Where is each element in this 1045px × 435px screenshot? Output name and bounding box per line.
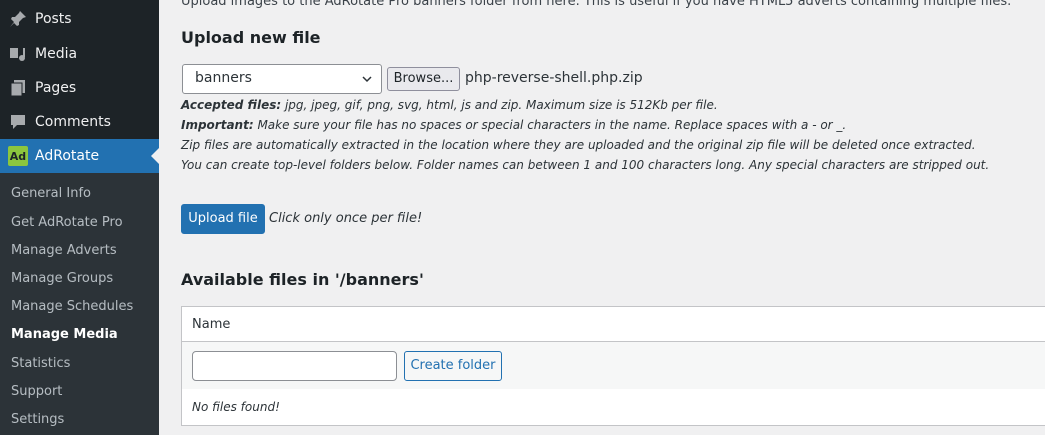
submenu-item-manage-media[interactable]: Manage Media	[11, 327, 118, 342]
menu-item-comments[interactable]: Comments	[0, 105, 159, 139]
menu-item-label: Media	[35, 46, 78, 62]
accepted-files-text: jpg, jpeg, gif, png, svg, html, js and z…	[281, 98, 718, 112]
submenu-item-manage-adverts[interactable]: Manage Adverts	[11, 243, 117, 258]
comment-icon	[8, 112, 28, 132]
folder-select[interactable]: banners	[182, 64, 382, 94]
media-icon	[8, 44, 28, 64]
chevron-down-icon	[362, 76, 372, 83]
upload-file-button[interactable]: Upload file	[181, 204, 265, 234]
adrotate-submenu: General Info Get AdRotate Pro Manage Adv…	[0, 173, 159, 435]
zip-note: Zip files are automatically extracted in…	[181, 138, 976, 152]
column-header-name: Name	[192, 317, 231, 332]
pages-icon	[8, 78, 28, 98]
important-text: Make sure your file has no spaces or spe…	[253, 118, 847, 132]
submenu-item-settings[interactable]: Settings	[11, 412, 64, 427]
upload-heading: Upload new file	[181, 28, 321, 47]
folder-select-value: banners	[195, 70, 252, 86]
pin-icon	[8, 9, 28, 29]
menu-item-label: Pages	[35, 80, 77, 96]
files-table: Name Create folder No files found!	[181, 306, 1045, 426]
menu-item-pages[interactable]: Pages	[0, 71, 159, 105]
submenu-item-general-info[interactable]: General Info	[11, 186, 91, 201]
important-note: Important: Make sure your file has no sp…	[181, 118, 846, 132]
folder-note: You can create top-level folders below. …	[181, 158, 990, 172]
admin-sidebar: Posts Media Pages Comments Ad AdRotate G…	[0, 0, 159, 435]
accepted-files-note: Accepted files: jpg, jpeg, gif, png, svg…	[181, 98, 718, 112]
submenu-item-get-adrotate-pro[interactable]: Get AdRotate Pro	[11, 215, 123, 230]
menu-item-label: Posts	[35, 11, 72, 27]
browse-button[interactable]: Browse...	[387, 67, 460, 91]
folder-name-input[interactable]	[192, 351, 397, 381]
current-menu-arrow-icon	[151, 148, 159, 164]
main-content: Upload images to the AdRotate Pro banner…	[159, 0, 1045, 435]
menu-item-media[interactable]: Media	[0, 37, 159, 71]
create-folder-button[interactable]: Create folder	[404, 351, 502, 381]
click-once-note: Click only once per file!	[269, 211, 423, 226]
submenu-item-manage-schedules[interactable]: Manage Schedules	[11, 299, 133, 314]
menu-item-label: Comments	[35, 114, 111, 130]
intro-text: Upload images to the AdRotate Pro banner…	[181, 0, 1012, 9]
create-folder-row: Create folder	[182, 342, 1045, 389]
important-label: Important:	[181, 118, 254, 132]
available-files-heading: Available files in '/banners'	[181, 270, 424, 289]
adrotate-logo-icon: Ad	[8, 146, 28, 166]
accepted-files-label: Accepted files:	[181, 98, 282, 112]
submenu-item-support[interactable]: Support	[11, 384, 62, 399]
menu-item-posts[interactable]: Posts	[0, 2, 159, 36]
submenu-item-statistics[interactable]: Statistics	[11, 356, 70, 371]
no-files-message: No files found!	[192, 400, 280, 414]
selected-file-name: php-reverse-shell.php.zip	[465, 70, 643, 86]
menu-item-adrotate[interactable]: Ad AdRotate	[0, 139, 159, 173]
submenu-item-manage-groups[interactable]: Manage Groups	[11, 271, 113, 286]
menu-item-label: AdRotate	[35, 148, 100, 164]
